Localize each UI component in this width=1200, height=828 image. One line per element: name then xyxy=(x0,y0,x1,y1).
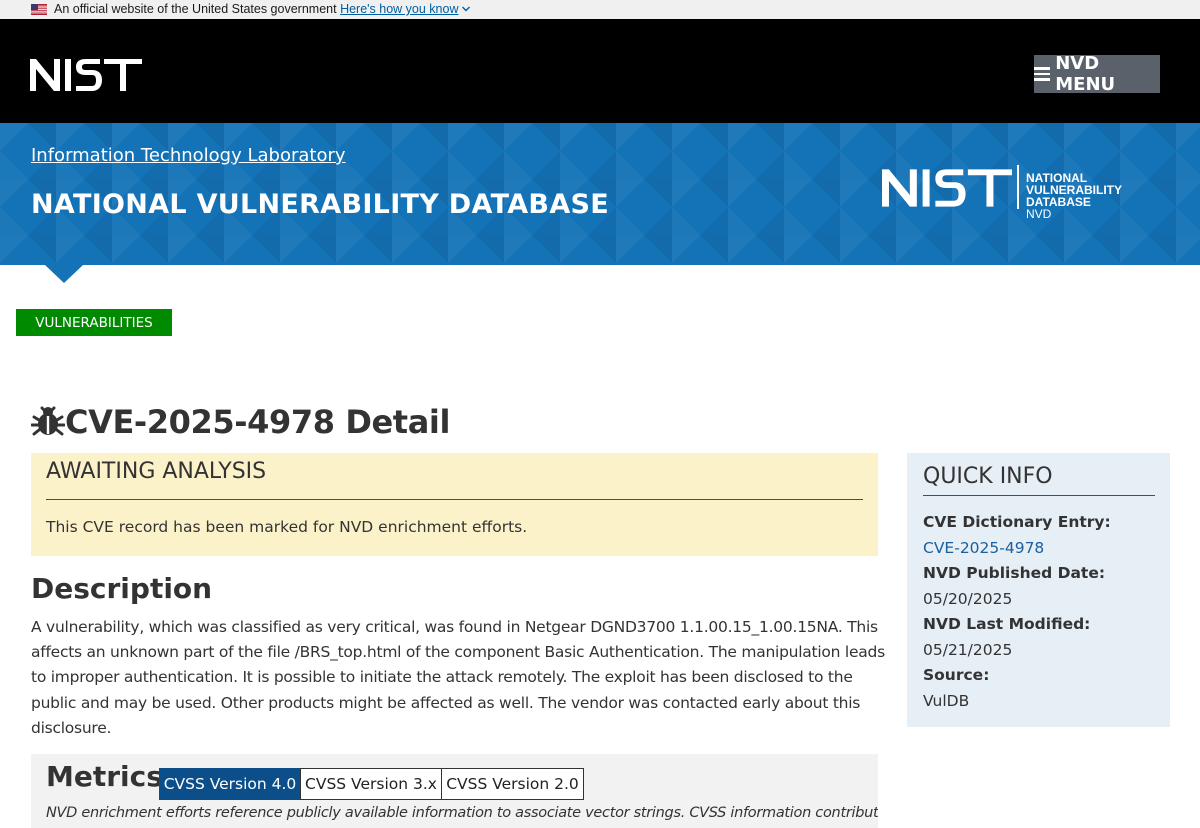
cvss-version-tabs: CVSS Version 4.0 CVSS Version 3.x CVSS V… xyxy=(159,768,584,800)
metrics-note: NVD enrichment efforts reference publicl… xyxy=(46,805,878,821)
quick-info-list: CVE Dictionary Entry: CVE-2025-4978 NVD … xyxy=(923,510,1111,714)
quick-info-panel: QUICK INFO CVE Dictionary Entry: CVE-202… xyxy=(907,453,1170,727)
page-title: CVE-2025-4978 Detail xyxy=(65,403,451,441)
nvd-menu-label: NVD MENU xyxy=(1055,53,1116,95)
tab-cvss-2-0[interactable]: CVSS Version 2.0 xyxy=(441,768,584,800)
heres-how-you-know-label: Here's how you know xyxy=(340,2,459,16)
metrics-panel: Metrics CVSS Version 4.0 CVSS Version 3.… xyxy=(31,754,878,828)
heres-how-you-know-link[interactable]: Here's how you know xyxy=(340,2,471,16)
tab-cvss-3-x[interactable]: CVSS Version 3.x xyxy=(300,768,442,800)
metrics-heading: Metrics xyxy=(46,760,163,793)
nvd-banner: Information Technology Laboratory NATION… xyxy=(0,123,1200,265)
nist-logo[interactable] xyxy=(30,59,142,91)
bug-icon xyxy=(31,406,65,436)
published-date-value: 05/20/2025 xyxy=(923,589,1013,608)
awaiting-analysis-panel: AWAITING ANALYSIS This CVE record has be… xyxy=(31,453,878,556)
page-title-row: CVE-2025-4978 Detail xyxy=(31,402,450,442)
hamburger-menu-icon xyxy=(1034,67,1050,81)
gov-banner-label: An official website of the United States… xyxy=(54,2,337,16)
nvd-logo-line-1: NATIONAL VULNERABILITY xyxy=(1026,171,1122,197)
description-heading: Description xyxy=(31,572,213,605)
cve-entry-link[interactable]: CVE-2025-4978 xyxy=(923,536,1111,562)
published-date-label: NVD Published Date: xyxy=(923,564,1106,582)
chevron-down-icon xyxy=(462,6,471,12)
last-modified-label: NVD Last Modified: xyxy=(923,615,1091,633)
cve-entry-label: CVE Dictionary Entry: xyxy=(923,513,1111,531)
nvd-logo[interactable]: NATIONAL VULNERABILITY DATABASE NVD xyxy=(882,163,1182,220)
awaiting-divider xyxy=(46,499,863,500)
gov-banner: An official website of the United States… xyxy=(0,0,1200,19)
nvd-menu-button[interactable]: NVD MENU xyxy=(1034,53,1160,95)
last-modified-value: 05/21/2025 xyxy=(923,640,1013,659)
description-text: A vulnerability, which was classified as… xyxy=(31,618,885,737)
breadcrumb-vulnerabilities[interactable]: VULNERABILITIES xyxy=(16,309,172,336)
itl-link[interactable]: Information Technology Laboratory xyxy=(31,145,346,166)
quick-info-title: QUICK INFO xyxy=(923,464,1053,489)
gov-banner-text: An official website of the United States… xyxy=(54,2,471,17)
nvd-logo-divider xyxy=(1017,165,1019,209)
banner-pointer xyxy=(45,265,83,283)
source-label: Source: xyxy=(923,666,990,684)
nist-logo-small-icon xyxy=(882,169,1012,207)
nvd-title: NATIONAL VULNERABILITY DATABASE xyxy=(31,189,610,220)
quick-info-divider xyxy=(923,495,1155,496)
nvd-logo-line-3: NVD xyxy=(1026,207,1052,221)
tab-cvss-4-0[interactable]: CVSS Version 4.0 xyxy=(159,768,301,800)
nist-header: NVD MENU xyxy=(0,19,1200,123)
awaiting-analysis-title: AWAITING ANALYSIS xyxy=(46,459,267,484)
us-flag-icon xyxy=(31,4,47,15)
source-value: VulDB xyxy=(923,691,970,710)
awaiting-analysis-text: This CVE record has been marked for NVD … xyxy=(46,518,528,536)
nvd-logo-text: NATIONAL VULNERABILITY DATABASE NVD xyxy=(1026,172,1182,220)
